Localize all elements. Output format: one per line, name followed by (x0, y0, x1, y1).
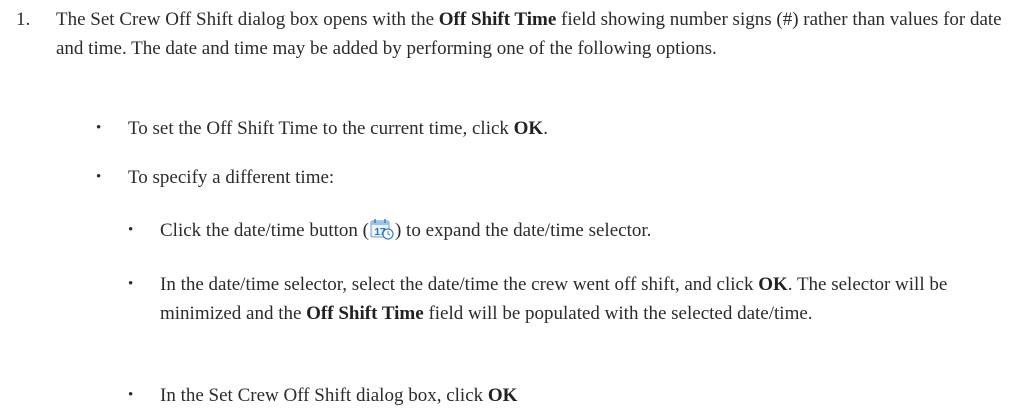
ok-label: OK (758, 274, 788, 295)
option-text-part: To set the Off Shift Time to the current… (128, 118, 514, 139)
step-intro-text: The Set Crew Off Shift dialog box opens … (56, 5, 1016, 63)
field-name-off-shift-time: Off Shift Time (438, 9, 557, 30)
step-number: 1. (16, 9, 31, 30)
option-text-part: To specify a different time: (128, 167, 335, 188)
ok-label: OK (487, 385, 518, 406)
bullet: • (128, 276, 134, 292)
bullet: • (96, 120, 102, 136)
bullet: • (128, 387, 134, 403)
sub-option-text-part: ) to expand the date/time selector. (394, 220, 652, 241)
calendar-clock-icon: 17 (370, 218, 394, 240)
bullet: • (128, 222, 134, 238)
sub-option-text: In the Set Crew Off Shift dialog box, cl… (160, 381, 1022, 410)
option-text: To specify a different time: (128, 163, 1022, 192)
option-text: To set the Off Shift Time to the current… (128, 114, 1022, 143)
bullet: • (96, 169, 102, 185)
sub-option-text: Click the date/time button (17) to expan… (160, 216, 1022, 245)
field-name-off-shift-time: Off Shift Time (306, 303, 424, 324)
sub-option-text-part: In the Set Crew Off Shift dialog box, cl… (160, 385, 488, 406)
ok-label: OK (513, 118, 544, 139)
intro-text-1: The Set Crew Off Shift dialog box opens … (56, 9, 439, 30)
option-text-part: . (543, 118, 548, 139)
sub-option-text: In the date/time selector, select the da… (160, 270, 1022, 328)
sub-option-text-part: In the date/time selector, select the da… (160, 274, 759, 295)
sub-option-text-part: field will be populated with the selecte… (423, 303, 813, 324)
sub-option-text-part: Click the date/time button ( (160, 220, 369, 241)
